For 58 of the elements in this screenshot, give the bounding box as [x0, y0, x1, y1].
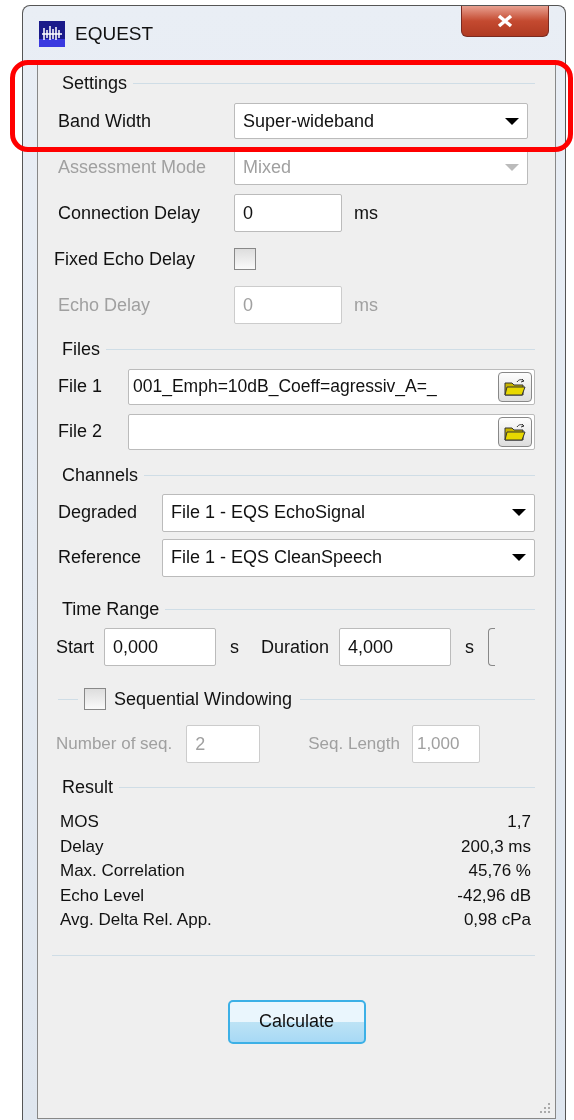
dropdown[interactable]: File 1 - EQS CleanSpeech — [162, 538, 535, 577]
calculate-button[interactable]: Calculate — [227, 999, 366, 1044]
result-value: 200,3 ms — [461, 836, 531, 858]
field-label: Band Width — [58, 110, 153, 132]
result-value: -42,96 dB — [457, 885, 531, 907]
resize-grip-icon — [539, 1102, 551, 1114]
close-icon — [496, 14, 514, 28]
group-title: Result — [62, 776, 114, 798]
input-field[interactable]: 4,000 — [339, 628, 452, 666]
field-label: Echo Delay — [58, 294, 152, 316]
result-label: MOS — [60, 812, 99, 833]
caret-icon — [505, 117, 519, 125]
input-field[interactable]: 0,000 — [104, 628, 216, 666]
input-field[interactable] — [488, 628, 496, 666]
field-label: Fixed Echo Delay — [54, 248, 197, 270]
file-path-field[interactable] — [128, 413, 535, 450]
group-title: Time Range — [62, 598, 160, 620]
field-label: Seq. Length — [308, 734, 400, 754]
window-title: EQUEST — [75, 22, 154, 45]
open-folder-button[interactable] — [498, 371, 532, 402]
result-value: 0,98 cPa — [463, 910, 531, 931]
dropdown[interactable]: Super-wideband — [234, 103, 528, 139]
unit-label: s — [465, 636, 475, 658]
result-label: Delay — [60, 836, 104, 858]
result-value: 45,76 % — [468, 861, 531, 882]
result-label: Avg. Delta Rel. App. — [60, 910, 212, 931]
field-label: Degraded — [58, 502, 139, 523]
group-title: Settings — [62, 72, 128, 94]
field-label: Reference — [58, 547, 143, 568]
checkbox[interactable] — [234, 248, 256, 270]
result-label: Max. Correlation — [60, 861, 185, 882]
unit-label: ms — [354, 202, 378, 224]
field-label: File 2 — [58, 421, 103, 442]
checkbox[interactable] — [84, 688, 106, 710]
close-button[interactable] — [461, 6, 549, 37]
result-value: 1,7 — [507, 812, 531, 833]
caret-icon — [505, 163, 519, 171]
caret-icon — [512, 554, 526, 561]
unit-label: ms — [354, 294, 378, 316]
field-label: Number of seq. — [56, 734, 173, 754]
input-field[interactable]: 0 — [234, 194, 342, 232]
field-label: Duration — [261, 636, 330, 658]
unit-label: s — [230, 636, 239, 658]
field-label: Assessment Mode — [58, 156, 208, 178]
file-path-field[interactable]: 001_Emph=10dB_Coeff=agressiv_A=_ — [128, 368, 535, 405]
field-label: File 1 — [58, 376, 103, 397]
field-label: Start — [56, 636, 94, 658]
waveform-icon — [39, 20, 65, 47]
checkbox-label: Sequential Windowing — [114, 688, 293, 710]
folder-icon — [503, 376, 527, 397]
field-label: Connection Delay — [58, 202, 202, 224]
group-title: Files — [62, 338, 100, 360]
folder-icon — [503, 421, 527, 442]
dropdown[interactable]: File 1 - EQS EchoSignal — [162, 493, 535, 532]
open-folder-button[interactable] — [498, 416, 532, 447]
group-title: Channels — [62, 464, 139, 486]
caret-icon — [512, 509, 526, 516]
result-label: Echo Level — [60, 885, 145, 907]
